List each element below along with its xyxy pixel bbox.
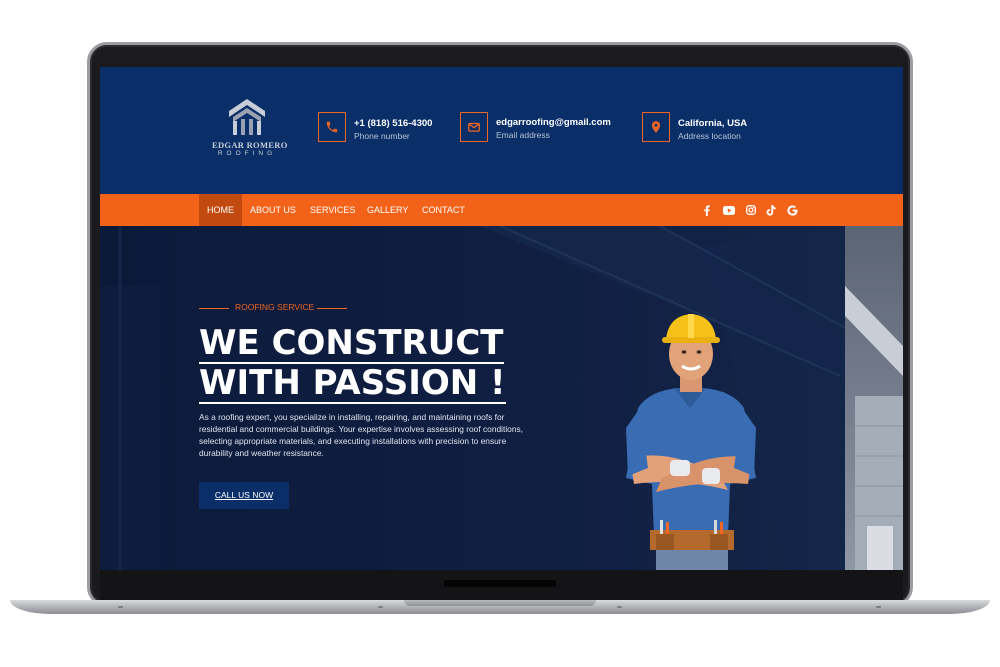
- youtube-icon[interactable]: [723, 204, 735, 216]
- laptop-foot: [876, 606, 881, 608]
- call-us-now-button[interactable]: CALL US NOW: [199, 482, 289, 509]
- email-icon: [460, 112, 488, 142]
- hero-tag: ROOFING SERVICE: [235, 302, 315, 312]
- brand-tagline: ROOFING: [217, 150, 277, 157]
- top-header: EDGAR ROMERO ROOFING +1 (818) 516-4300 P…: [100, 67, 903, 194]
- instagram-icon[interactable]: [745, 204, 757, 216]
- nav-item-services[interactable]: SERVICES: [302, 194, 363, 226]
- nav-item-about-us[interactable]: ABOUT US: [242, 194, 304, 226]
- google-icon[interactable]: [786, 204, 798, 216]
- laptop-foot: [118, 606, 123, 608]
- phone-number: +1 (818) 516-4300: [354, 118, 433, 129]
- roof-logo-icon: [229, 99, 265, 135]
- tag-divider-left: [199, 308, 229, 309]
- brand-name: EDGAR ROMERO: [212, 140, 288, 150]
- laptop-hinge-groove: [404, 600, 596, 606]
- email-address: edgarroofing@gmail.com: [496, 117, 611, 128]
- house-siding-image: [845, 226, 903, 570]
- phone-icon: [318, 112, 346, 142]
- laptop-foot: [378, 606, 383, 608]
- tag-divider-right: [317, 308, 347, 309]
- nav-item-home[interactable]: HOME: [199, 194, 242, 226]
- laptop-foot: [617, 606, 622, 608]
- brand-logo[interactable]: EDGAR ROMERO ROOFING: [212, 97, 288, 159]
- phone-label: Phone number: [354, 131, 410, 141]
- location-value: California, USA: [678, 118, 748, 129]
- nav-item-contact[interactable]: CONTACT: [414, 194, 473, 226]
- facebook-icon[interactable]: [701, 204, 713, 216]
- hero-headline-line1: WE CONSTRUCT: [199, 323, 504, 364]
- email-label: Email address: [496, 130, 550, 140]
- website-screen: EDGAR ROMERO ROOFING +1 (818) 516-4300 P…: [100, 67, 903, 570]
- roofing-worker-image: [626, 314, 756, 570]
- hero-section: ROOFING SERVICE WE CONSTRUCT WITH PASSIO…: [100, 226, 903, 570]
- main-navbar: HOME ABOUT US SERVICES GALLERY CONTACT: [100, 194, 903, 226]
- location-label: Address location: [678, 131, 741, 141]
- hero-description: As a roofing expert, you specialize in i…: [199, 412, 524, 459]
- laptop-notch: [444, 580, 556, 587]
- hero-headline-line2: WITH PASSION !: [199, 363, 506, 404]
- location-pin-icon: [642, 112, 670, 142]
- nav-item-gallery[interactable]: GALLERY: [359, 194, 416, 226]
- tiktok-icon[interactable]: [765, 204, 777, 216]
